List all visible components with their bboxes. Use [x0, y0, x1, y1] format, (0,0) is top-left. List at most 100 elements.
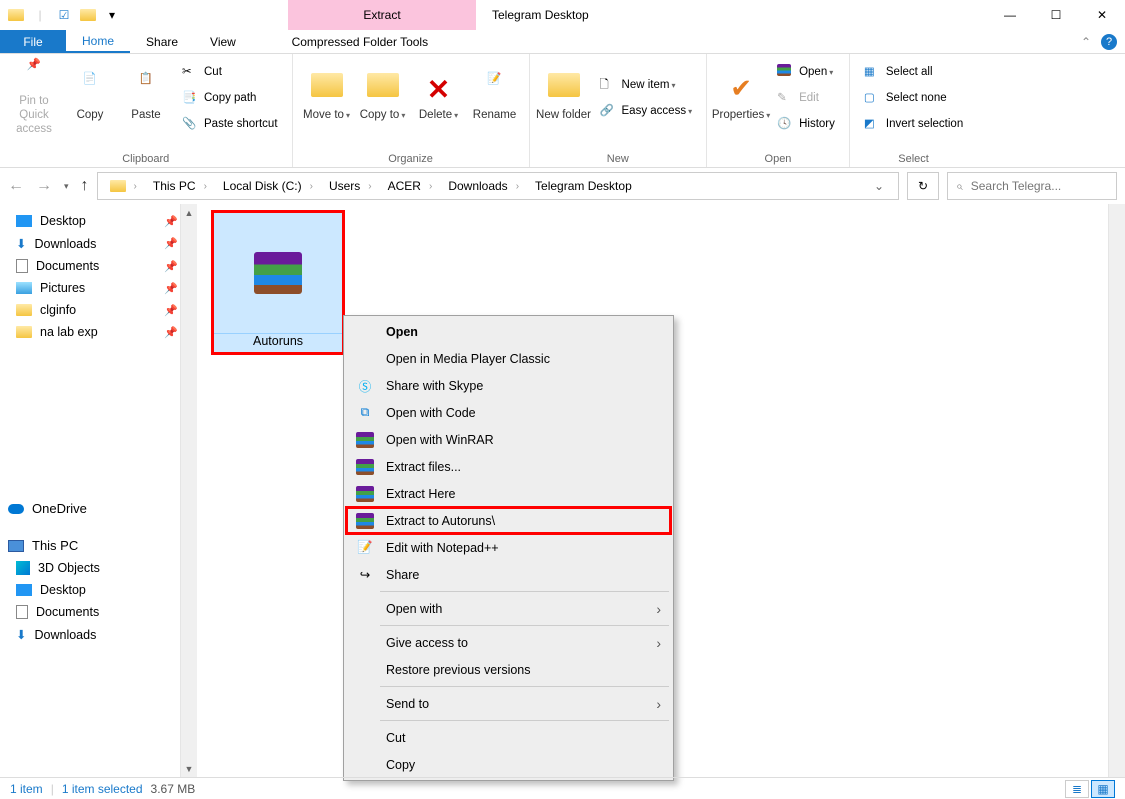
menu-share-skype[interactable]: ⓈShare with Skype — [346, 372, 671, 399]
paste-button[interactable]: 📋Paste — [118, 56, 174, 140]
history-button[interactable]: 🕓History — [773, 113, 839, 135]
menu-separator — [380, 591, 669, 592]
easy-access-button[interactable]: 🔗Easy access — [596, 100, 697, 122]
breadcrumb[interactable]: › This PC› Local Disk (C:)› Users› ACER›… — [97, 172, 899, 200]
menu-extract-here[interactable]: Extract Here — [346, 480, 671, 507]
breadcrumb-part[interactable]: Telegram Desktop — [529, 179, 638, 193]
menu-cut[interactable]: Cut — [346, 724, 671, 751]
up-button[interactable]: ↑ — [81, 177, 89, 195]
menu-open-code[interactable]: ⧉Open with Code — [346, 399, 671, 426]
copy-button[interactable]: 📄Copy — [62, 56, 118, 140]
maximize-button[interactable]: ☐ — [1033, 0, 1079, 30]
new-item-button[interactable]: 🗋New item — [596, 74, 697, 96]
sidebar-item-clginfo[interactable]: clginfo📌 — [0, 299, 180, 321]
menu-send-to[interactable]: Send to› — [346, 690, 671, 717]
scroll-up-button[interactable]: ▲ — [181, 204, 197, 221]
breadcrumb-dropdown[interactable]: ⌄ — [874, 179, 884, 193]
breadcrumb-part[interactable]: Users› — [323, 179, 380, 193]
menu-open-winrar[interactable]: Open with WinRAR — [346, 426, 671, 453]
rename-button[interactable]: 📝Rename — [467, 56, 523, 140]
pin-quick-access-button[interactable]: 📌Pin to Quick access — [6, 56, 62, 140]
paste-icon: 📋 — [130, 73, 162, 105]
select-all-button[interactable]: ▦Select all — [860, 61, 967, 83]
invert-selection-button[interactable]: ◩Invert selection — [860, 113, 967, 135]
folder-icon[interactable] — [5, 4, 27, 26]
sidebar-item-desktop[interactable]: Desktop📌 — [0, 210, 180, 232]
search-input[interactable]: ⌕ Search Telegra... — [947, 172, 1117, 200]
close-button[interactable]: ✕ — [1079, 0, 1125, 30]
home-tab[interactable]: Home — [66, 30, 130, 53]
delete-button[interactable]: ✕Delete — [411, 56, 467, 140]
menu-open[interactable]: Open — [346, 318, 671, 345]
minimize-button[interactable]: — — [987, 0, 1033, 30]
sidebar-item-downloads[interactable]: ⬇Downloads📌 — [0, 232, 180, 255]
menu-copy[interactable]: Copy — [346, 751, 671, 778]
select-none-button[interactable]: ▢Select none — [860, 87, 967, 109]
edit-button[interactable]: ✎Edit — [773, 87, 839, 109]
breadcrumb-part[interactable]: Local Disk (C:)› — [217, 179, 321, 193]
copy-to-icon — [367, 73, 399, 105]
properties-button[interactable]: ✔Properties — [713, 56, 769, 140]
rar-archive-icon — [254, 252, 302, 294]
search-placeholder: Search Telegra... — [971, 179, 1062, 193]
navigation-pane[interactable]: Desktop📌 ⬇Downloads📌 Documents📌 Pictures… — [0, 204, 180, 777]
menu-give-access[interactable]: Give access to› — [346, 629, 671, 656]
titlebar: | ☑ ▾ Extract Telegram Desktop — ☐ ✕ — [0, 0, 1125, 30]
help-icon[interactable]: ? — [1101, 34, 1117, 50]
sidebar-item-documents[interactable]: Documents📌 — [0, 255, 180, 277]
content-scrollbar[interactable] — [1108, 204, 1125, 777]
menu-edit-notepadpp[interactable]: 📝Edit with Notepad++ — [346, 534, 671, 561]
sidebar-item-pictures[interactable]: Pictures📌 — [0, 277, 180, 299]
file-label: Autoruns — [253, 334, 303, 348]
move-to-button[interactable]: Move to — [299, 56, 355, 140]
context-menu: Open Open in Media Player Classic ⓈShare… — [343, 315, 674, 781]
sidebar-item-3dobjects[interactable]: 3D Objects — [0, 557, 180, 579]
history-icon: 🕓 — [777, 116, 793, 132]
breadcrumb-part[interactable]: ACER› — [382, 179, 441, 193]
qat-dropdown[interactable]: ▾ — [101, 4, 123, 26]
sidebar-item-pc-documents[interactable]: Documents — [0, 601, 180, 623]
compressed-tools-tab[interactable]: Compressed Folder Tools — [272, 30, 448, 53]
ribbon-collapse-button[interactable]: ⌃ — [1081, 35, 1091, 49]
desktop-icon — [16, 215, 32, 227]
breadcrumb-part[interactable]: Downloads› — [442, 179, 527, 193]
menu-restore-versions[interactable]: Restore previous versions — [346, 656, 671, 683]
menu-extract-files[interactable]: Extract files... — [346, 453, 671, 480]
sidebar-item-nalabexp[interactable]: na lab exp📌 — [0, 321, 180, 343]
menu-extract-to[interactable]: Extract to Autoruns\ — [346, 507, 671, 534]
edit-icon: ✎ — [777, 90, 793, 106]
sidebar-item-thispc[interactable]: This PC — [0, 534, 180, 557]
new-folder-button[interactable]: New folder — [536, 56, 592, 140]
menu-open-with[interactable]: Open with› — [346, 595, 671, 622]
forward-button[interactable]: → — [36, 177, 52, 195]
extract-context-tab[interactable]: Extract — [288, 0, 476, 30]
pin-icon: 📌 — [164, 304, 176, 317]
details-view-button[interactable]: ≣ — [1065, 780, 1089, 798]
sidebar-item-pc-downloads[interactable]: ⬇Downloads — [0, 623, 180, 646]
select-none-icon: ▢ — [864, 90, 880, 106]
file-tab[interactable]: File — [0, 30, 66, 53]
sidebar-item-onedrive[interactable]: OneDrive — [0, 497, 180, 520]
paste-shortcut-button[interactable]: 📎Paste shortcut — [178, 113, 282, 135]
breadcrumb-part[interactable]: This PC› — [147, 179, 215, 193]
back-button[interactable]: ← — [8, 177, 24, 195]
qat-properties-icon[interactable]: ☑ — [53, 4, 75, 26]
sidebar-item-pc-desktop[interactable]: Desktop — [0, 579, 180, 601]
recent-locations-button[interactable]: ▾ — [64, 181, 69, 192]
view-tab[interactable]: View — [194, 30, 252, 53]
menu-share[interactable]: ↪Share — [346, 561, 671, 588]
menu-open-mpc[interactable]: Open in Media Player Classic — [346, 345, 671, 372]
pin-icon: 📌 — [164, 260, 176, 273]
file-item-autoruns[interactable]: Autoruns — [213, 212, 343, 353]
share-tab[interactable]: Share — [130, 30, 194, 53]
copy-path-button[interactable]: 📑Copy path — [178, 87, 282, 109]
copy-to-button[interactable]: Copy to — [355, 56, 411, 140]
sidebar-scrollbar[interactable]: ▲ ▼ — [180, 204, 197, 777]
refresh-button[interactable]: ↻ — [907, 172, 939, 200]
open-button[interactable]: Open — [773, 61, 839, 83]
qat-customize-icon[interactable] — [77, 4, 99, 26]
breadcrumb-root-icon[interactable]: › — [104, 180, 145, 192]
scroll-down-button[interactable]: ▼ — [181, 760, 197, 777]
large-icons-view-button[interactable]: ▦ — [1091, 780, 1115, 798]
cut-button[interactable]: ✂Cut — [178, 61, 282, 83]
